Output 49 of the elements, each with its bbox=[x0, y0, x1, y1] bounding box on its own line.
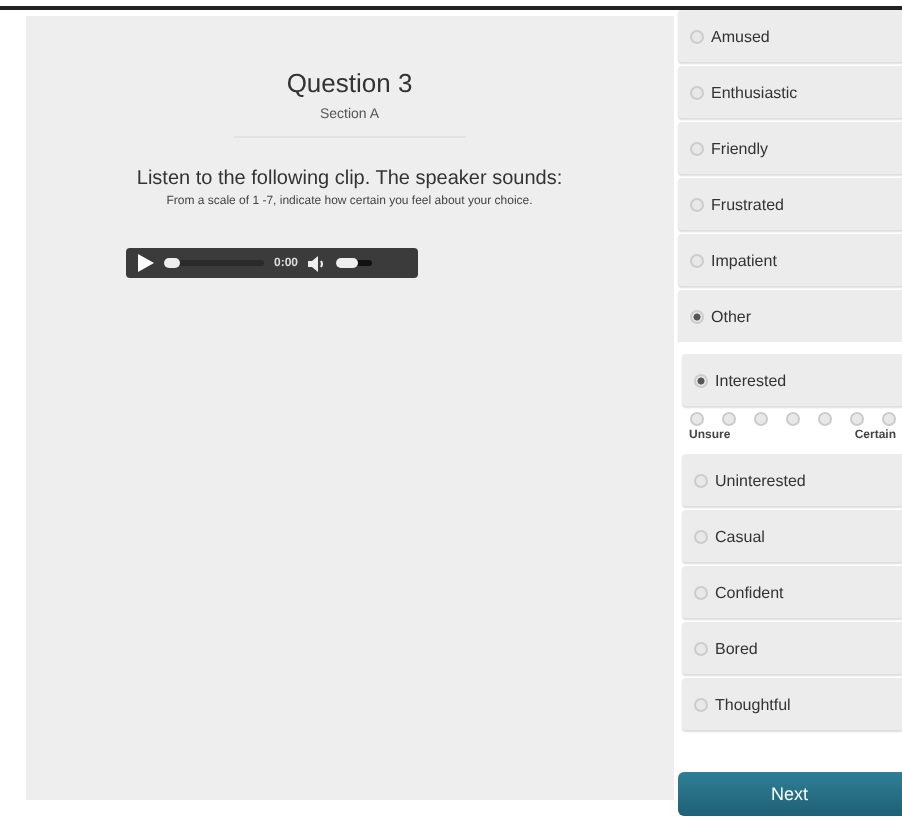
option-row[interactable]: Enthusiastic bbox=[677, 66, 902, 118]
radio-button[interactable] bbox=[693, 373, 708, 387]
option-row[interactable]: Other bbox=[677, 290, 902, 342]
option-label: Enthusiastic bbox=[711, 83, 798, 101]
next-button[interactable]: Next bbox=[677, 772, 902, 816]
radio-button[interactable] bbox=[689, 29, 704, 43]
scale-radio[interactable] bbox=[753, 412, 768, 426]
option-row[interactable]: Confident bbox=[681, 566, 902, 618]
option-label: Interested bbox=[715, 371, 787, 389]
scale-radio[interactable] bbox=[689, 412, 704, 426]
option-label: Casual bbox=[715, 527, 765, 545]
option-label: Friendly bbox=[711, 139, 768, 157]
option-row[interactable]: Bored bbox=[681, 622, 902, 674]
prompt-text: Listen to the following clip. The speaker sounds: bbox=[136, 168, 563, 190]
option-label: Impatient bbox=[711, 251, 777, 269]
option-label: Thoughtful bbox=[715, 695, 791, 713]
radio-button[interactable] bbox=[689, 309, 704, 323]
option-row[interactable]: Uninterested bbox=[681, 454, 902, 506]
scale-radio[interactable] bbox=[817, 412, 832, 426]
play-icon[interactable] bbox=[138, 254, 154, 272]
option-label: Frustrated bbox=[711, 195, 784, 213]
radio-button[interactable] bbox=[689, 85, 704, 99]
option-label: Uninterested bbox=[715, 471, 806, 489]
question-title: Question 3 bbox=[286, 68, 413, 98]
option-row[interactable]: Interested bbox=[681, 354, 902, 406]
scale-radio[interactable] bbox=[881, 412, 896, 426]
volume-slider[interactable] bbox=[336, 260, 373, 266]
option-label: Confident bbox=[715, 583, 784, 601]
option-row[interactable]: Amused bbox=[677, 10, 902, 62]
radio-button[interactable] bbox=[693, 697, 708, 711]
radio-button[interactable] bbox=[689, 253, 704, 267]
option-row[interactable]: Frustrated bbox=[677, 178, 902, 230]
speaker-icon[interactable] bbox=[308, 255, 327, 271]
option-label: Bored bbox=[715, 639, 758, 657]
option-row[interactable]: Thoughtful bbox=[681, 678, 902, 730]
radio-button[interactable] bbox=[693, 473, 708, 487]
scale-radio[interactable] bbox=[721, 412, 736, 426]
option-row[interactable]: Impatient bbox=[677, 234, 902, 286]
radio-button[interactable] bbox=[689, 197, 704, 211]
radio-button[interactable] bbox=[693, 641, 708, 655]
scale-radio[interactable] bbox=[785, 412, 800, 426]
radio-button[interactable] bbox=[689, 141, 704, 155]
option-label: Amused bbox=[711, 27, 770, 45]
scale-radio[interactable] bbox=[849, 412, 864, 426]
option-label: Other bbox=[711, 307, 752, 325]
radio-button[interactable] bbox=[693, 585, 708, 599]
option-row[interactable]: Friendly bbox=[677, 122, 902, 174]
radio-button[interactable] bbox=[693, 529, 708, 543]
option-row[interactable]: Casual bbox=[681, 510, 902, 562]
